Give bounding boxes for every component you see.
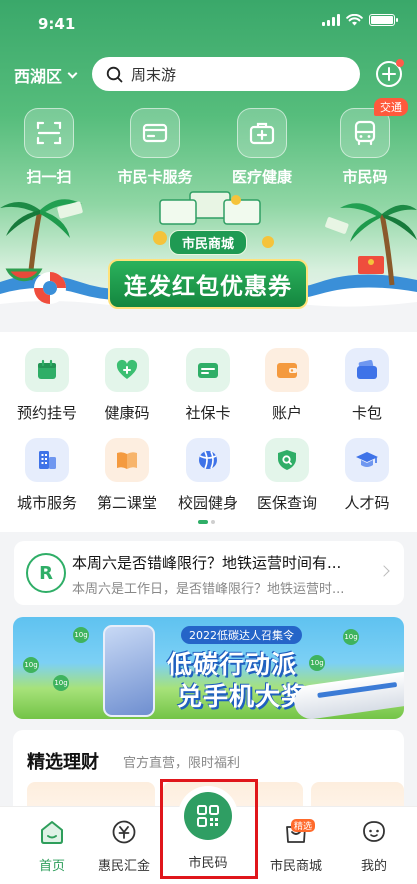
service-appointment[interactable]: 预约挂号 bbox=[5, 348, 89, 423]
building-icon bbox=[25, 438, 69, 482]
card-icon bbox=[130, 108, 180, 158]
quick-action-scan[interactable]: 扫一扫 bbox=[4, 108, 94, 187]
news-card[interactable]: R 本周六是否错峰限行？地铁运营时间有... 本周六是工作日，是否错峰限行？地铁… bbox=[14, 541, 404, 605]
services-grid: 预约挂号 健康码 社保卡 账户 卡包 城市服务 第二课堂 校园健身 医保查询 人… bbox=[0, 332, 417, 532]
district-label: 西湖区 bbox=[14, 67, 63, 86]
signal-icon bbox=[322, 14, 340, 26]
news-subtitle: 本周六是工作日，是否错峰限行？地铁运营时... bbox=[72, 582, 345, 597]
status-bar: 9:41 bbox=[0, 0, 417, 46]
banner-title-block: 市民商城 连发红包优惠券 bbox=[98, 230, 318, 309]
quick-action-label: 扫一扫 bbox=[26, 168, 72, 186]
quick-action-label: 市民卡服务 bbox=[117, 168, 193, 186]
add-button[interactable] bbox=[375, 59, 404, 88]
promo-banner[interactable]: 10g 10g 10g 10g 10g 2022低碳达人召集令 低碳行动派 兑手… bbox=[13, 617, 404, 719]
coin-icon: 10g bbox=[23, 657, 39, 673]
banner-title: 连发红包优惠券 bbox=[108, 259, 308, 309]
service-talent-code[interactable]: 人才码 bbox=[325, 438, 409, 513]
scan-icon bbox=[24, 108, 74, 158]
notification-dot bbox=[396, 59, 404, 67]
promo-subheadline: 兑手机大奖 bbox=[177, 682, 308, 711]
book-icon bbox=[105, 438, 149, 482]
medical-kit-icon bbox=[237, 108, 287, 158]
status-icons bbox=[322, 14, 398, 26]
promo-headline: 低碳行动派 bbox=[167, 650, 298, 679]
home-icon bbox=[41, 821, 63, 844]
shield-search-icon bbox=[265, 438, 309, 482]
service-label: 城市服务 bbox=[16, 494, 77, 512]
service-social-card[interactable]: 社保卡 bbox=[166, 348, 250, 423]
quick-action-label: 医疗健康 bbox=[231, 168, 292, 186]
district-selector[interactable]: 西湖区 bbox=[14, 63, 78, 87]
search-icon bbox=[106, 66, 123, 82]
service-label: 人才码 bbox=[344, 494, 390, 512]
coin-icon bbox=[112, 820, 136, 844]
service-health-code[interactable]: 健康码 bbox=[85, 348, 169, 423]
quick-action-citizen-code[interactable]: 市民码 bbox=[320, 108, 410, 187]
card-wallet-icon bbox=[345, 348, 389, 392]
quick-action-card-service[interactable]: 市民卡服务 bbox=[110, 108, 200, 187]
service-insurance-query[interactable]: 医保查询 bbox=[245, 438, 329, 513]
train-illustration bbox=[292, 670, 404, 719]
tab-label: 我的 bbox=[360, 859, 387, 874]
status-time: 9:41 bbox=[38, 15, 76, 33]
calendar-icon bbox=[25, 348, 69, 392]
heart-plus-icon bbox=[105, 348, 149, 392]
citizen-logo-icon: R bbox=[26, 553, 66, 593]
service-label: 社保卡 bbox=[185, 404, 231, 422]
wifi-icon bbox=[346, 14, 363, 26]
tab-finance[interactable]: 惠民汇金 bbox=[84, 819, 164, 874]
tab-label: 首页 bbox=[38, 859, 65, 874]
service-label: 校园健身 bbox=[177, 494, 238, 512]
service-label: 账户 bbox=[271, 404, 302, 422]
graduation-cap-icon bbox=[345, 438, 389, 482]
service-label: 预约挂号 bbox=[16, 404, 77, 422]
traffic-badge: 交通 bbox=[374, 98, 408, 116]
tab-label: 市民商城 bbox=[269, 859, 322, 874]
chevron-right-icon bbox=[378, 565, 390, 577]
quick-action-label: 市民码 bbox=[342, 168, 388, 186]
hero-banner[interactable]: 市民商城 连发红包优惠券 bbox=[0, 190, 417, 330]
ball-icon bbox=[186, 438, 230, 482]
service-second-class[interactable]: 第二课堂 bbox=[85, 438, 169, 513]
search-bar[interactable]: 周末游 bbox=[92, 57, 360, 91]
highlight-box bbox=[160, 779, 258, 879]
service-campus-fitness[interactable]: 校园健身 bbox=[166, 438, 250, 513]
top-bar: 西湖区 周末游 bbox=[0, 56, 417, 92]
service-label: 健康码 bbox=[104, 404, 150, 422]
shop-badge: 精选 bbox=[291, 819, 316, 832]
tab-mine[interactable]: 我的 bbox=[334, 819, 414, 874]
service-label: 医保查询 bbox=[256, 494, 317, 512]
coin-icon: 10g bbox=[53, 675, 69, 691]
coin-icon: 10g bbox=[309, 655, 325, 671]
promo-tag: 2022低碳达人召集令 bbox=[181, 626, 302, 644]
quick-action-medical[interactable]: 医疗健康 bbox=[217, 108, 307, 187]
banner-subtitle: 市民商城 bbox=[168, 230, 247, 255]
phone-illustration bbox=[103, 625, 155, 717]
service-account[interactable]: 账户 bbox=[245, 348, 329, 423]
hero-header: 9:41 西湖区 周末游 扫一扫 市民卡服务 医疗健康 市民码 交通 市民商城 … bbox=[0, 0, 417, 330]
finance-title: 精选理财 bbox=[27, 752, 99, 773]
tab-label: 惠民汇金 bbox=[97, 859, 150, 874]
search-placeholder: 周末游 bbox=[131, 65, 177, 84]
wallet-icon bbox=[265, 348, 309, 392]
coin-icon: 10g bbox=[73, 627, 89, 643]
page-indicator bbox=[198, 520, 215, 524]
user-icon bbox=[363, 821, 385, 842]
card-icon bbox=[186, 348, 230, 392]
service-card-wallet[interactable]: 卡包 bbox=[325, 348, 409, 423]
tab-home[interactable]: 首页 bbox=[12, 819, 92, 874]
service-label: 卡包 bbox=[351, 404, 382, 422]
news-title: 本周六是否错峰限行？地铁运营时间有... bbox=[72, 554, 342, 572]
quick-actions: 扫一扫 市民卡服务 医疗健康 市民码 bbox=[0, 108, 417, 188]
battery-icon bbox=[369, 14, 398, 26]
finance-subtitle: 官方直营，限时福利 bbox=[123, 756, 241, 771]
chevron-down-icon bbox=[67, 68, 78, 78]
service-city[interactable]: 城市服务 bbox=[5, 438, 89, 513]
service-label: 第二课堂 bbox=[96, 494, 157, 512]
coin-icon: 10g bbox=[343, 629, 359, 645]
